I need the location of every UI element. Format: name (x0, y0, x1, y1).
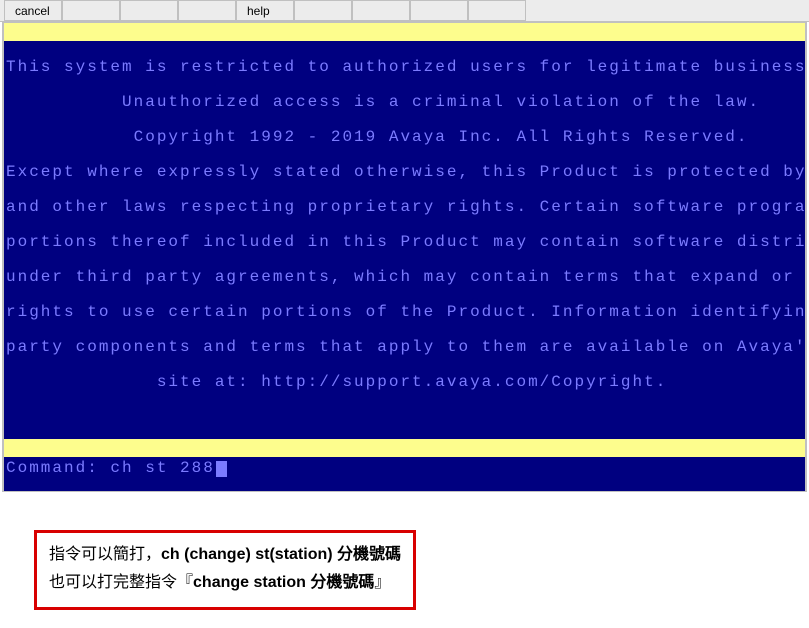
menu-blank-2[interactable]: . (120, 0, 178, 21)
terminal-line: rights to use certain portions of the Pr… (6, 304, 803, 322)
menu-blank-7[interactable]: . (410, 0, 468, 21)
command-input[interactable]: ch st 288 (110, 459, 214, 477)
terminal-line: and other laws respecting proprietary ri… (6, 199, 803, 217)
terminal-line: This system is restricted to authorized … (6, 59, 803, 77)
annotation-line-1: 指令可以簡打，ch (change) st(station) 分機號碼 (49, 541, 401, 569)
menu-blank-8[interactable]: . (468, 0, 526, 21)
annotation-line-2: 也可以打完整指令『change station 分機號碼』 (49, 569, 401, 597)
terminal-output: This system is restricted to authorized … (4, 41, 805, 439)
cursor-icon (216, 461, 227, 477)
terminal-line: Copyright 1992 - 2019 Avaya Inc. All Rig… (6, 129, 803, 147)
terminal-line: Except where expressly stated otherwise,… (6, 164, 803, 182)
terminal-line: portions thereof included in this Produc… (6, 234, 803, 252)
command-prompt: Command: (6, 459, 99, 477)
terminal-line: party components and terms that apply to… (6, 339, 803, 357)
menu-blank-1[interactable]: . (62, 0, 120, 21)
status-bar-top (4, 23, 805, 41)
annotation-text: 指令可以簡打， (49, 546, 161, 563)
command-bar[interactable]: Command: ch st 288 (4, 457, 805, 491)
terminal-window: This system is restricted to authorized … (2, 22, 807, 492)
menubar: cancel . . . help . . . . (0, 0, 809, 22)
menu-blank-5[interactable]: . (294, 0, 352, 21)
annotation-text: 』 (374, 574, 390, 591)
menu-blank-3[interactable]: . (178, 0, 236, 21)
annotation-bold: change station 分機號碼 (193, 574, 374, 591)
terminal-line: site at: http://support.avaya.com/Copyri… (6, 374, 803, 392)
menu-help[interactable]: help (236, 0, 294, 21)
terminal-line: Unauthorized access is a criminal violat… (6, 94, 803, 112)
annotation-callout: 指令可以簡打，ch (change) st(station) 分機號碼 也可以打… (34, 530, 416, 610)
menu-cancel[interactable]: cancel (4, 0, 62, 21)
status-bar-bottom (4, 439, 805, 457)
annotation-text: 也可以打完整指令『 (49, 574, 193, 591)
terminal-line: under third party agreements, which may … (6, 269, 803, 287)
menu-blank-6[interactable]: . (352, 0, 410, 21)
annotation-bold: ch (change) st(station) 分機號碼 (161, 546, 401, 563)
